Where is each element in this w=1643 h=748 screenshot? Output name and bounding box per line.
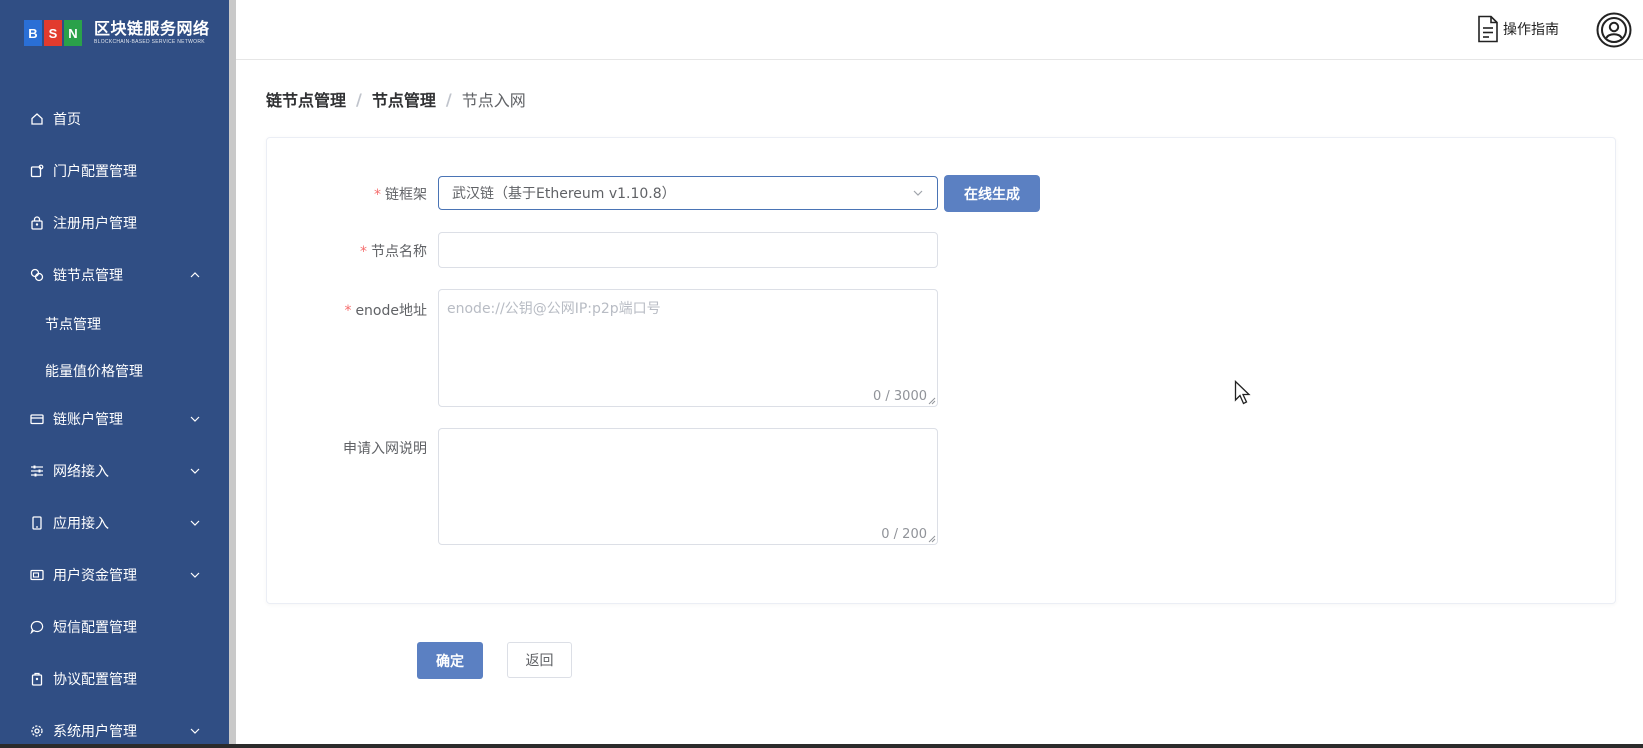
sidebar-subitem-energy-price[interactable]: 能量值价格管理 bbox=[0, 351, 229, 391]
chevron-up-icon bbox=[189, 269, 201, 281]
chat-icon bbox=[29, 619, 45, 635]
framework-select[interactable]: 武汉链（基于Ethereum v1.10.8） bbox=[438, 176, 938, 210]
enode-textarea[interactable]: enode://公钥@公网IP:p2p端口号 0 / 3000 bbox=[438, 289, 938, 407]
chevron-down-icon bbox=[189, 517, 201, 529]
sidebar-item-label: 用户资金管理 bbox=[53, 568, 137, 584]
mobile-icon bbox=[29, 515, 45, 531]
sidebar-item-label: 门户配置管理 bbox=[53, 164, 137, 180]
sidebar-item-label: 网络接入 bbox=[53, 464, 109, 480]
resize-grip-icon[interactable] bbox=[928, 535, 936, 543]
sidebar-item-app-access[interactable]: 应用接入 bbox=[0, 502, 229, 544]
document-icon bbox=[1478, 15, 1498, 43]
breadcrumb-separator: / bbox=[445, 89, 452, 109]
sidebar-item-label: 协议配置管理 bbox=[53, 672, 137, 688]
sidebar-item-label: 注册用户管理 bbox=[53, 216, 137, 232]
breadcrumb-separator: / bbox=[356, 89, 362, 109]
resize-grip-icon[interactable] bbox=[928, 397, 936, 405]
sidebar-item-label: 短信配置管理 bbox=[53, 620, 137, 636]
sidebar-item-registered-users[interactable]: 注册用户管理 bbox=[0, 202, 229, 244]
sidebar-item-user-funds[interactable]: 用户资金管理 bbox=[0, 554, 229, 596]
sidebar: B S N 区块链服务网络 BLOCKCHAIN-BASED SERVICE N… bbox=[0, 0, 229, 748]
protocol-icon bbox=[29, 671, 45, 687]
required-mark: * bbox=[344, 303, 352, 319]
logo-letter-n: N bbox=[64, 20, 82, 46]
node-name-input[interactable] bbox=[438, 232, 938, 268]
breadcrumb-chain-nodes[interactable]: 链节点管理 bbox=[266, 87, 346, 111]
enode-label-text: enode地址 bbox=[355, 303, 427, 319]
portal-icon bbox=[29, 163, 45, 179]
sidebar-item-network-access[interactable]: 网络接入 bbox=[0, 450, 229, 492]
mouse-cursor-icon bbox=[1234, 380, 1251, 405]
node-name-label-text: 节点名称 bbox=[371, 244, 427, 260]
sidebar-item-label: 链节点管理 bbox=[53, 268, 123, 284]
generate-online-button[interactable]: 在线生成 bbox=[944, 175, 1040, 212]
brand-title: 区块链服务网络 bbox=[94, 19, 210, 38]
confirm-button[interactable]: 确定 bbox=[417, 642, 483, 679]
sidebar-item-label: 应用接入 bbox=[53, 516, 109, 532]
bsn-logo: B S N bbox=[24, 20, 82, 46]
sidebar-item-protocol-config[interactable]: 协议配置管理 bbox=[0, 658, 229, 700]
sidebar-item-system-users[interactable]: 系统用户管理 bbox=[0, 710, 229, 748]
framework-label: * 链框架 bbox=[267, 184, 427, 204]
operation-guide-label: 操作指南 bbox=[1503, 22, 1559, 38]
chevron-down-icon bbox=[189, 465, 201, 477]
breadcrumb-node-management[interactable]: 节点管理 bbox=[372, 87, 436, 111]
description-label-text: 申请入网说明 bbox=[343, 441, 427, 457]
sidebar-subitem-label: 节点管理 bbox=[45, 317, 101, 333]
sidebar-item-chain-nodes[interactable]: 链节点管理 bbox=[0, 254, 229, 296]
chevron-down-icon bbox=[913, 190, 923, 196]
description-label: 申请入网说明 bbox=[267, 438, 427, 458]
wallet-icon bbox=[29, 567, 45, 583]
breadcrumb-current: 节点入网 bbox=[461, 91, 526, 110]
brand-text: 区块链服务网络 BLOCKCHAIN-BASED SERVICE NETWORK bbox=[94, 20, 210, 46]
chevron-down-icon bbox=[189, 413, 201, 425]
sidebar-item-label: 链账户管理 bbox=[53, 412, 123, 428]
sidebar-scrollbar[interactable] bbox=[229, 0, 236, 748]
enode-placeholder: enode://公钥@公网IP:p2p端口号 bbox=[447, 301, 661, 317]
breadcrumb: 链节点管理 / 节点管理 / 节点入网 bbox=[266, 87, 526, 111]
framework-label-text: 链框架 bbox=[385, 187, 427, 203]
user-lock-icon bbox=[29, 215, 45, 231]
node-icon bbox=[29, 267, 45, 283]
user-avatar-icon[interactable] bbox=[1596, 12, 1632, 48]
required-mark: * bbox=[360, 244, 367, 260]
sidebar-subitem-label: 能量值价格管理 bbox=[45, 364, 143, 380]
logo-letter-b: B bbox=[24, 20, 42, 46]
sidebar-subitem-node-management[interactable]: 节点管理 bbox=[0, 304, 229, 344]
gear-icon bbox=[29, 723, 45, 739]
brand-subtitle: BLOCKCHAIN-BASED SERVICE NETWORK bbox=[94, 39, 205, 45]
logo-letter-s: S bbox=[44, 20, 62, 46]
enode-label: * enode地址 bbox=[267, 300, 427, 320]
sidebar-item-chain-accounts[interactable]: 链账户管理 bbox=[0, 398, 229, 440]
sliders-icon bbox=[29, 463, 45, 479]
description-textarea[interactable]: 0 / 200 bbox=[438, 428, 938, 545]
chevron-down-icon bbox=[189, 569, 201, 581]
description-char-count: 0 / 200 bbox=[881, 527, 927, 542]
sidebar-item-label: 系统用户管理 bbox=[53, 724, 137, 740]
home-icon bbox=[29, 111, 45, 127]
framework-select-value: 武汉链（基于Ethereum v1.10.8） bbox=[452, 186, 676, 202]
back-button[interactable]: 返回 bbox=[507, 642, 572, 678]
brand-logo[interactable]: B S N 区块链服务网络 BLOCKCHAIN-BASED SERVICE N… bbox=[24, 16, 210, 50]
node-name-label: * 节点名称 bbox=[267, 241, 427, 261]
enode-char-count: 0 / 3000 bbox=[873, 389, 927, 404]
operation-guide-link[interactable]: 操作指南 bbox=[1477, 15, 1559, 43]
sidebar-item-portal-config[interactable]: 门户配置管理 bbox=[0, 150, 229, 192]
required-mark: * bbox=[374, 187, 381, 203]
sidebar-item-label: 首页 bbox=[53, 112, 81, 128]
sidebar-item-sms-config[interactable]: 短信配置管理 bbox=[0, 606, 229, 648]
top-header: 操作指南 bbox=[236, 0, 1643, 60]
bottom-edge bbox=[0, 744, 1643, 748]
chevron-down-icon bbox=[189, 725, 201, 737]
sidebar-item-home[interactable]: 首页 bbox=[0, 98, 229, 140]
card-icon bbox=[29, 411, 45, 427]
